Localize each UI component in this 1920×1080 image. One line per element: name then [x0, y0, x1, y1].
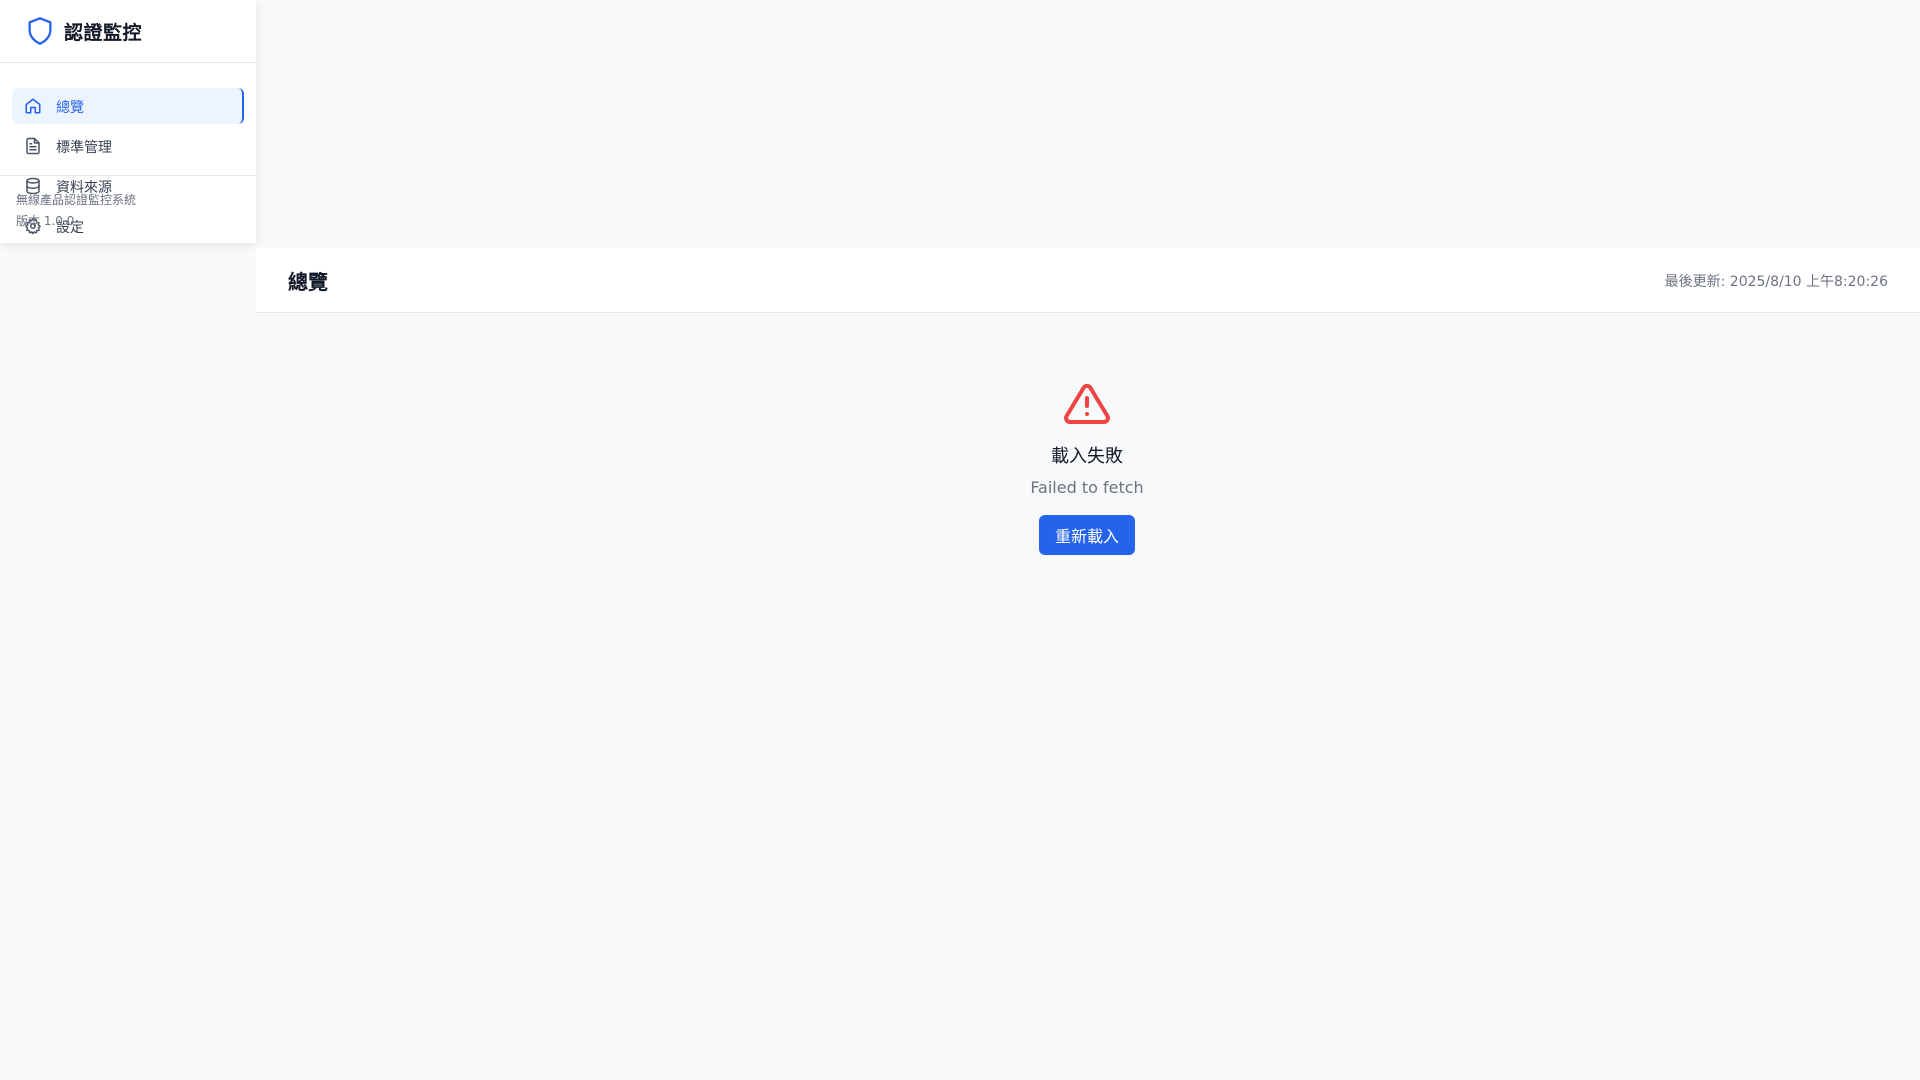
- home-icon: [24, 97, 42, 115]
- system-name: 無線產品認證監控系統: [16, 193, 137, 207]
- shield-icon: [26, 16, 54, 46]
- app-title: 認證監控: [64, 22, 143, 44]
- sidebar-item-label: 總覽: [56, 100, 84, 116]
- sidebar-brand: 認證監控: [0, 0, 256, 63]
- error-state: 載入失敗 Failed to fetch 重新載入: [956, 380, 1218, 555]
- error-message: Failed to fetch: [1030, 478, 1144, 497]
- sidebar-item-standards[interactable]: 標準管理: [12, 128, 244, 164]
- sidebar-item-overview[interactable]: 總覽: [12, 88, 244, 124]
- warning-triangle-icon: [1062, 380, 1112, 428]
- version-label: 版本 1.0.0: [16, 214, 75, 228]
- sidebar-item-label: 標準管理: [56, 140, 112, 156]
- page-header: 總覽 最後更新: 2025/8/10 上午8:20:26: [256, 248, 1920, 313]
- page-title: 總覽: [288, 270, 328, 294]
- document-icon: [24, 137, 42, 155]
- error-title: 載入失敗: [1051, 446, 1123, 467]
- sidebar-footer: 無線產品認證監控系統 版本 1.0.0: [0, 175, 256, 244]
- last-updated-timestamp: 最後更新: 2025/8/10 上午8:20:26: [1664, 274, 1888, 290]
- sidebar: 認證監控 總覽 標準管理 資料來源 設定 無線產品認證監控系統 版本 1.0.0: [0, 0, 256, 243]
- retry-button[interactable]: 重新載入: [1038, 515, 1135, 555]
